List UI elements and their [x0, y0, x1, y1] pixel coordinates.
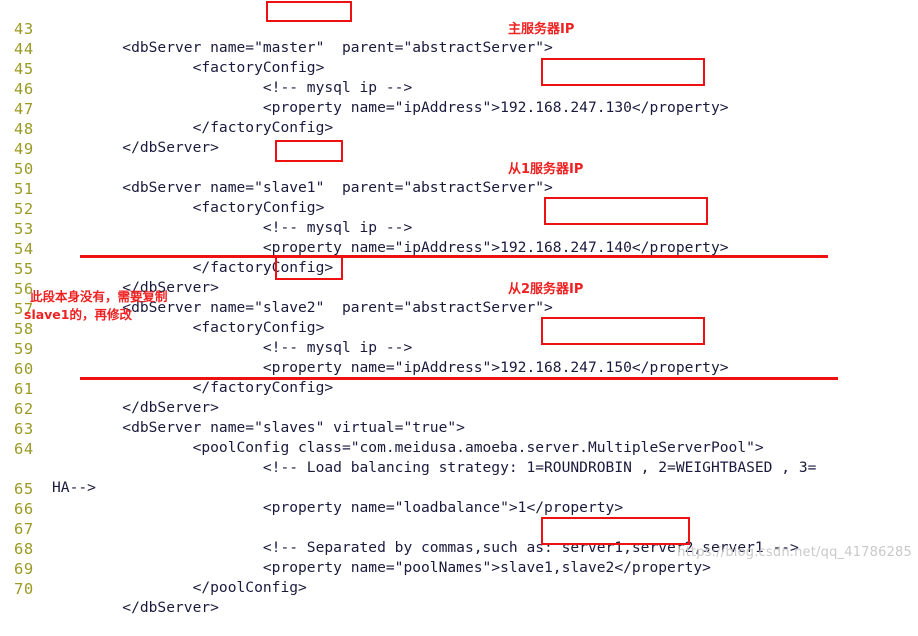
code-line[interactable]: 54 </factoryConfig> [0, 220, 918, 276]
line-content[interactable]: </poolConfig> [52, 578, 307, 598]
line-number: 70 [14, 580, 34, 598]
code-line[interactable]: 70 </dbServer> [0, 560, 918, 616]
code-line[interactable]: 68 <property name="poolNames">slave1,sla… [0, 520, 918, 576]
slave1-ip-note: 从1服务器IP [508, 162, 584, 177]
code-line[interactable]: 60 </factoryConfig> [0, 340, 918, 396]
code-line[interactable]: 43 <dbServer name="master" parent="abstr… [0, 0, 918, 56]
code-line[interactable]: 63 <poolConfig class="com.meidusa.amoeba… [0, 400, 918, 456]
line-content[interactable]: </dbServer> [52, 598, 219, 618]
code-line[interactable]: 48 </dbServer> [0, 100, 918, 156]
code-line[interactable]: 67 <!-- Separated by commas,such as: ser… [0, 500, 918, 556]
code-editor[interactable]: 43 <dbServer name="master" parent="abstr… [0, 0, 918, 616]
code-line[interactable]: 46 <property name="ipAddress">192.168.24… [0, 60, 918, 116]
code-line[interactable]: 47 </factoryConfig> [0, 80, 918, 136]
code-line[interactable]: 59 <property name="ipAddress">192.168.24… [0, 320, 918, 376]
copy-block-top-rule [80, 255, 828, 258]
master-ip-note: 主服务器IP [508, 22, 575, 37]
code-line[interactable]: 56 <dbServer name="slave2" parent="abstr… [0, 260, 918, 316]
code-line[interactable]: 49 [0, 120, 918, 158]
code-line[interactable]: 62 <dbServer name="slaves" virtual="true… [0, 380, 918, 436]
code-line[interactable]: 44 <factoryConfig> [0, 20, 918, 76]
copy-hint-line2: slave1的，再修改 [24, 307, 132, 322]
copy-hint-line1: 此段本身没有，需要复制 [30, 289, 168, 304]
code-line[interactable]: 51 <factoryConfig> [0, 160, 918, 216]
copy-block-bottom-rule [80, 377, 838, 380]
watermark: https://blog.csdn.net/qq_41786285 [677, 545, 912, 560]
code-line[interactable]: 50 <dbServer name="slave1" parent="abstr… [0, 140, 918, 196]
code-line[interactable]: 66 [0, 480, 918, 518]
code-line[interactable]: 52 <!-- mysql ip --> [0, 180, 918, 236]
code-line[interactable]: 64 <!-- Load balancing strategy: 1=ROUND… [0, 420, 918, 476]
code-line-wrapped[interactable]: HA--> [0, 440, 918, 496]
code-line[interactable]: 65 <property name="loadbalance">1</prope… [0, 460, 918, 516]
code-line[interactable]: 45 <!-- mysql ip --> [0, 40, 918, 96]
slave2-ip-note: 从2服务器IP [508, 282, 584, 297]
code-line[interactable]: 53 <property name="ipAddress">192.168.24… [0, 200, 918, 256]
